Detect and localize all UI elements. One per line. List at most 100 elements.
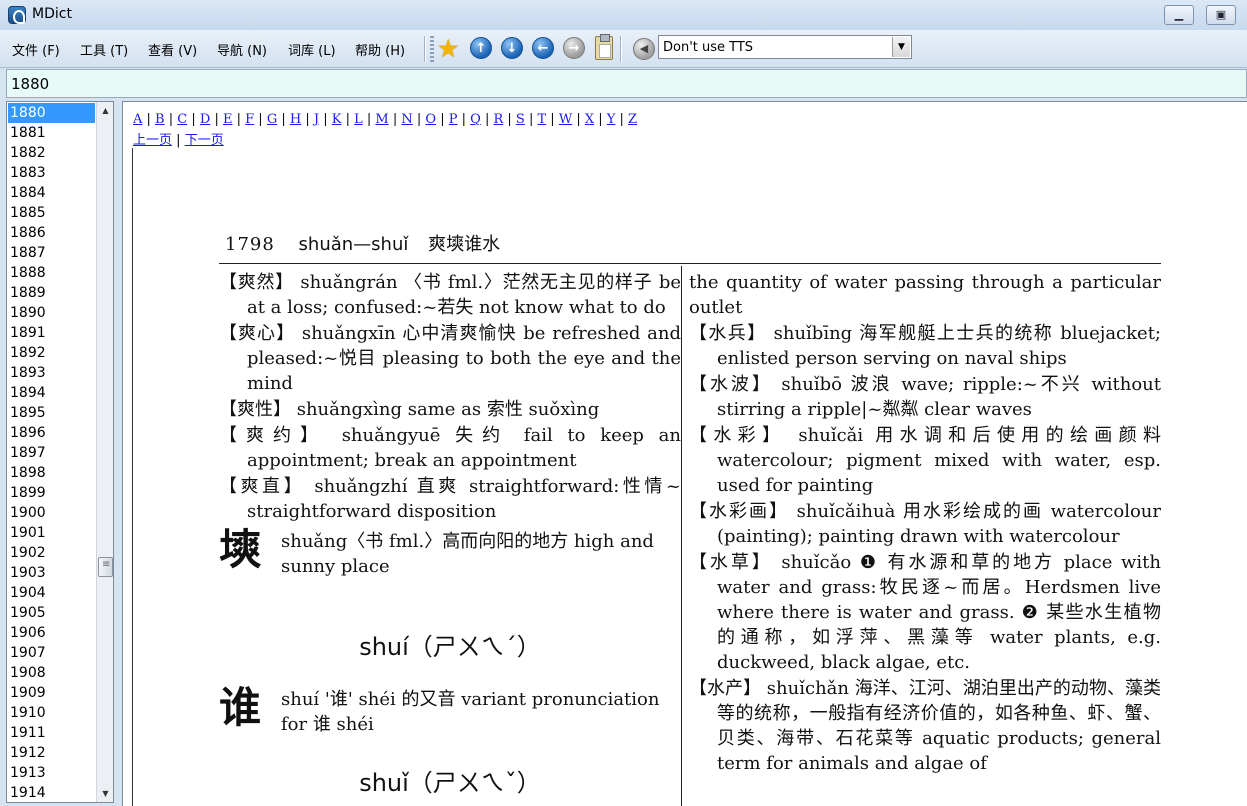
word-list-item[interactable]: 1889 — [8, 283, 95, 303]
word-list-item[interactable]: 1914 — [8, 783, 95, 802]
clipboard-icon[interactable] — [595, 34, 613, 60]
menu-file[interactable]: 文件 (F) — [12, 40, 60, 59]
letter-index: A | B | C | D | E | F | G | H | J | K | … — [133, 112, 637, 127]
letter-link[interactable]: L — [354, 112, 363, 127]
word-list-item[interactable]: 1903 — [8, 563, 95, 583]
word-list-item[interactable]: 1901 — [8, 523, 95, 543]
letter-divider: | — [436, 112, 449, 127]
word-list-item[interactable]: 1902 — [8, 543, 95, 563]
word-list-item[interactable]: 1890 — [8, 303, 95, 323]
word-list-item[interactable]: 1895 — [8, 403, 95, 423]
letter-link[interactable]: G — [267, 112, 277, 127]
page-link-divider: | — [176, 133, 181, 148]
next-page-link[interactable]: 下一页 — [185, 133, 224, 148]
toolbar-separator — [620, 36, 622, 62]
letter-divider: | — [546, 112, 559, 127]
letter-link[interactable]: S — [516, 112, 525, 127]
letter-divider: | — [142, 112, 156, 127]
word-list-item[interactable]: 1885 — [8, 203, 95, 223]
word-list-item[interactable]: 1896 — [8, 423, 95, 443]
letter-link[interactable]: R — [493, 112, 503, 127]
letter-link[interactable]: D — [200, 112, 210, 127]
word-list-item[interactable]: 1897 — [8, 443, 95, 463]
letter-link[interactable]: O — [425, 112, 436, 127]
word-list-item[interactable]: 1904 — [8, 583, 95, 603]
toolbar-separator — [424, 36, 426, 62]
arrow-up-icon[interactable]: ↑ — [470, 37, 492, 59]
word-list-item[interactable]: 1910 — [8, 703, 95, 723]
letter-divider: | — [615, 112, 629, 127]
letter-link[interactable]: B — [155, 112, 165, 127]
letter-link[interactable]: T — [537, 112, 546, 127]
word-list-item[interactable]: 1880 — [8, 103, 95, 123]
word-list-item[interactable]: 1912 — [8, 743, 95, 763]
word-list[interactable]: 1880 1881 1882 1883 1884 1885 1886 1887 1888 1889… — [6, 101, 114, 803]
scroll-up-icon[interactable]: ▲ — [97, 102, 113, 119]
word-list-item[interactable]: 1911 — [8, 723, 95, 743]
maximize-button[interactable]: ▣ — [1206, 5, 1236, 25]
scroll-thumb[interactable] — [98, 557, 113, 577]
menu-library[interactable]: 词库 (L) — [288, 40, 336, 59]
letter-link[interactable]: C — [177, 112, 187, 127]
menu-tools[interactable]: 工具 (T) — [80, 40, 128, 59]
chevron-down-icon[interactable]: ▼ — [892, 37, 910, 57]
word-list-item[interactable]: 1908 — [8, 663, 95, 683]
word-list-item[interactable]: 1894 — [8, 383, 95, 403]
arrow-down-icon[interactable]: ↓ — [501, 37, 523, 59]
dictionary-entry: 【水彩画】 shuǐcǎihuà 用水彩绘成的画 watercolour (pa… — [689, 501, 1161, 547]
prev-page-link[interactable]: 上一页 — [133, 133, 172, 148]
speaker-icon[interactable]: ◀ — [633, 38, 655, 60]
menu-help[interactable]: 帮助 (H) — [355, 40, 405, 59]
definition-view: A | B | C | D | E | F | G | H | J | K | … — [122, 101, 1247, 806]
word-list-item[interactable]: 1909 — [8, 683, 95, 703]
word-list-item[interactable]: 1913 — [8, 763, 95, 783]
letter-link[interactable]: N — [401, 112, 412, 127]
word-list-item[interactable]: 1906 — [8, 623, 95, 643]
search-field[interactable] — [6, 69, 1247, 98]
right-entries: the quantity of water passing through a … — [689, 270, 1161, 776]
letter-link[interactable]: W — [559, 112, 572, 127]
word-list-item[interactable]: 1882 — [8, 143, 95, 163]
scroll-down-icon[interactable]: ▼ — [97, 785, 113, 802]
favorite-star-icon[interactable]: ★ — [437, 34, 459, 63]
word-list-item[interactable]: 1884 — [8, 183, 95, 203]
letter-link[interactable]: A — [133, 112, 142, 127]
forward-arrow-icon[interactable]: → — [563, 37, 585, 59]
letter-link[interactable]: F — [245, 112, 254, 127]
letter-link[interactable]: Q — [470, 112, 481, 127]
pane-splitter[interactable] — [114, 101, 122, 806]
letter-link[interactable]: H — [290, 112, 301, 127]
menu-toolbar: 文件 (F) 工具 (T) 查看 (V) 导航 (N) 词库 (L) 帮助 (H… — [0, 30, 1247, 68]
toolbar-grip[interactable] — [430, 36, 434, 62]
word-list-item[interactable]: 1888 — [8, 263, 95, 283]
back-arrow-icon[interactable]: ← — [532, 37, 554, 59]
word-list-item[interactable]: 1887 — [8, 243, 95, 263]
word-list-item[interactable]: 1905 — [8, 603, 95, 623]
minimize-button[interactable]: ▁ — [1164, 5, 1194, 25]
word-list-item[interactable]: 1898 — [8, 463, 95, 483]
letter-link[interactable]: K — [332, 112, 342, 127]
word-list-item[interactable]: 1907 — [8, 643, 95, 663]
syllable-heading: shuǐ（ㄕㄨㄟˇ） — [359, 769, 541, 797]
word-list-item[interactable]: 1881 — [8, 123, 95, 143]
menu-navigate[interactable]: 导航 (N) — [217, 40, 267, 59]
tts-select[interactable]: Don't use TTS ▼ — [658, 35, 912, 59]
search-input[interactable] — [7, 70, 1246, 97]
letter-divider: | — [524, 112, 538, 127]
letter-link[interactable]: Z — [628, 112, 637, 127]
word-list-item[interactable]: 1886 — [8, 223, 95, 243]
letter-divider: | — [164, 112, 178, 127]
column-rule — [681, 266, 682, 806]
word-list-item[interactable]: 1900 — [8, 503, 95, 523]
word-list-item[interactable]: 1891 — [8, 323, 95, 343]
word-list-item[interactable]: 1892 — [8, 343, 95, 363]
word-list-item[interactable]: 1899 — [8, 483, 95, 503]
menu-view[interactable]: 查看 (V) — [148, 40, 197, 59]
window-title: MDict — [32, 6, 72, 22]
word-list-item[interactable]: 1893 — [8, 363, 95, 383]
letter-link[interactable]: X — [585, 112, 594, 127]
word-list-item[interactable]: 1883 — [8, 163, 95, 183]
word-list-scrollbar[interactable]: ▲ ▼ — [96, 102, 113, 802]
letter-link[interactable]: M — [375, 112, 388, 127]
mdict-window: MDict ▁ ▣ 文件 (F) 工具 (T) 查看 (V) 导航 (N) 词库… — [0, 0, 1247, 806]
